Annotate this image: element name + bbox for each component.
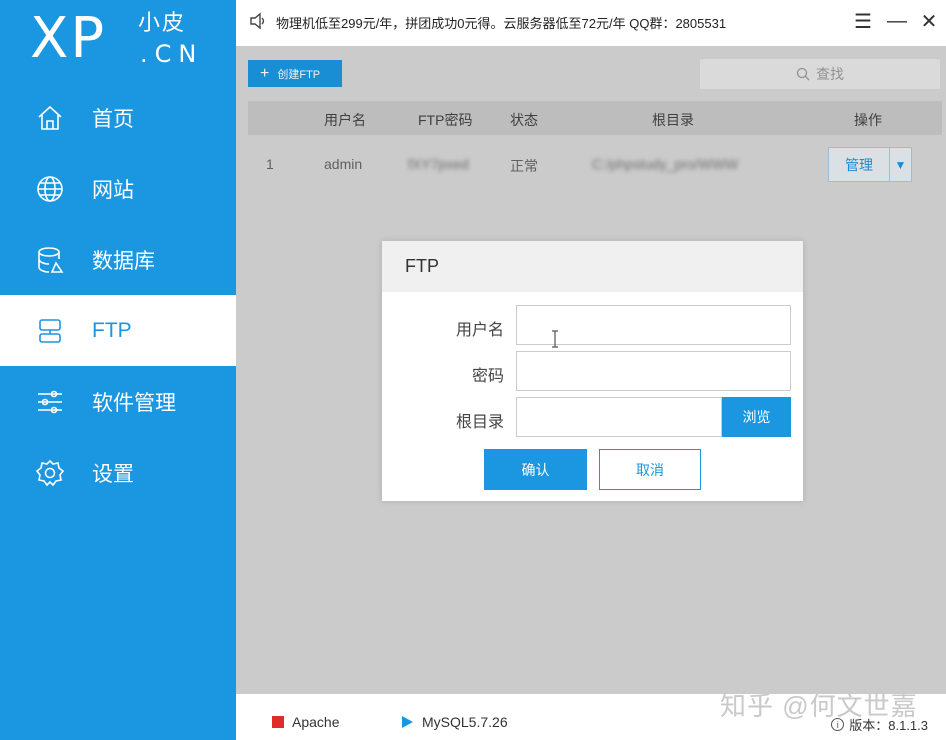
root-directory-field[interactable] <box>516 397 722 437</box>
browse-button[interactable]: 浏览 <box>722 397 791 437</box>
minimize-button[interactable]: — <box>884 8 910 34</box>
menu-button[interactable]: ☰ <box>850 8 876 34</box>
sidebar-item-settings[interactable]: 设置 <box>0 437 236 508</box>
sidebar-item-software[interactable]: 软件管理 <box>0 366 236 437</box>
service-name: Apache <box>292 714 339 730</box>
sidebar-nav: 首页 网站 数据库 FTP 软件管理 <box>0 82 236 508</box>
sidebar-item-label: 数据库 <box>92 245 155 275</box>
version-label: 版本：8.1.1.3 <box>849 715 928 734</box>
version-info: i 版本：8.1.1.3 <box>831 715 928 734</box>
password-label: 密码 <box>472 362 504 386</box>
close-button[interactable]: ✕ <box>916 8 942 34</box>
sliders-icon <box>34 386 66 418</box>
cancel-button[interactable]: 取消 <box>599 449 701 490</box>
logo: XP 小皮 .CN <box>30 6 210 72</box>
play-icon <box>402 716 413 728</box>
globe-icon <box>34 173 66 205</box>
sidebar-item-label: 网站 <box>92 174 134 204</box>
service-apache[interactable]: Apache <box>272 714 339 730</box>
logo-name: 小皮 <box>138 10 186 36</box>
logo-brand: XP <box>30 6 106 72</box>
sidebar-item-label: 设置 <box>92 458 134 488</box>
sidebar-item-website[interactable]: 网站 <box>0 153 236 224</box>
sidebar: XP 小皮 .CN 首页 网站 数据库 FTP <box>0 0 236 740</box>
username-label: 用户名 <box>456 316 504 340</box>
sidebar-item-ftp[interactable]: FTP <box>0 295 236 366</box>
sidebar-item-home[interactable]: 首页 <box>0 82 236 153</box>
speaker-icon <box>248 11 268 31</box>
sidebar-item-label: 首页 <box>92 103 134 133</box>
stop-icon <box>272 716 284 728</box>
dialog-header: FTP <box>382 241 803 292</box>
service-mysql[interactable]: MySQL5.7.26 <box>402 714 508 730</box>
sidebar-item-label: FTP <box>92 319 132 343</box>
ftp-dialog: FTP 用户名 密码 根目录 浏览 确认 取消 <box>382 241 803 501</box>
promo-notice[interactable]: 物理机低至299元/年，拼团成功0元得。云服务器低至72元/年 QQ群：2805… <box>276 13 726 32</box>
home-icon <box>34 102 66 134</box>
dialog-title: FTP <box>405 256 439 277</box>
password-field[interactable] <box>516 351 791 391</box>
logo-domain: .CN <box>140 40 203 68</box>
top-notice-bar: 物理机低至299元/年，拼团成功0元得。云服务器低至72元/年 QQ群：2805… <box>236 0 946 46</box>
gear-icon <box>34 457 66 489</box>
confirm-button[interactable]: 确认 <box>484 449 587 490</box>
sidebar-item-database[interactable]: 数据库 <box>0 224 236 295</box>
ftp-icon <box>34 315 66 347</box>
sidebar-item-label: 软件管理 <box>92 387 176 417</box>
info-icon: i <box>831 718 844 731</box>
text-cursor-icon <box>550 329 560 349</box>
root-label: 根目录 <box>456 408 504 432</box>
status-bar: Apache MySQL5.7.26 知乎 @何文世嘉 i 版本：8.1.1.3 <box>236 694 946 740</box>
database-icon <box>34 244 66 276</box>
service-name: MySQL5.7.26 <box>422 714 508 730</box>
